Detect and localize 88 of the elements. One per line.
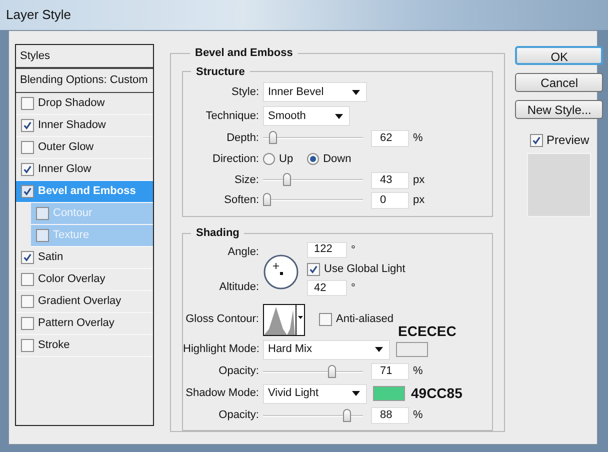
checkbox-label: Use Global Light: [324, 262, 406, 277]
unit-label: °: [351, 281, 356, 296]
unit-label: %: [413, 364, 423, 380]
field-label: Style:: [230, 84, 260, 100]
slider[interactable]: [263, 173, 363, 187]
field-label: Gloss Contour:: [184, 312, 260, 328]
slider-thumb[interactable]: [263, 193, 271, 206]
window-title: Layer Style: [6, 6, 72, 24]
field-label: Highlight Mode:: [183, 342, 260, 358]
slider-thumb[interactable]: [328, 364, 336, 378]
checkbox[interactable]: [21, 141, 34, 154]
dropdown-arrow-icon: [352, 391, 360, 396]
angle-dial[interactable]: [263, 254, 299, 290]
checkbox[interactable]: [21, 295, 34, 308]
field-label: Size:: [234, 172, 260, 188]
dropdown-arrow-icon: [352, 90, 360, 94]
field-label: Angle:: [228, 244, 259, 260]
check-icon: [532, 136, 541, 144]
slider-thumb[interactable]: [343, 408, 352, 422]
dropdown[interactable]: Vivid Light: [263, 384, 367, 404]
input-field[interactable]: 122: [307, 242, 347, 258]
dropdown[interactable]: Hard Mix: [263, 340, 390, 360]
input-field[interactable]: 71: [371, 363, 409, 380]
button[interactable]: New Style...: [515, 100, 604, 119]
slider[interactable]: [263, 408, 363, 422]
section-title: Structure: [195, 64, 246, 80]
slider-thumb[interactable]: [283, 173, 292, 186]
radio-label: Down: [323, 152, 352, 167]
list-header: Styles: [16, 45, 153, 69]
field-label: Direction:: [212, 152, 260, 167]
checkbox[interactable]: [21, 119, 34, 132]
checkbox[interactable]: [21, 251, 34, 264]
check-icon: [23, 121, 32, 130]
slider[interactable]: [263, 364, 363, 378]
checkbox-label: Preview: [546, 132, 590, 149]
checkbox[interactable]: [307, 262, 320, 276]
color-swatch[interactable]: [373, 386, 405, 401]
annotation-label: ECECEC: [398, 322, 456, 341]
color-swatch[interactable]: [396, 342, 428, 357]
checkbox-label: Anti-aliased: [336, 312, 394, 328]
slider[interactable]: [263, 193, 363, 207]
button[interactable]: OK: [515, 46, 604, 65]
check-icon: [23, 187, 32, 196]
button[interactable]: Cancel: [515, 73, 604, 92]
field-label: Opacity:: [218, 408, 260, 424]
annotation-label: 49CC85: [411, 384, 462, 403]
input-field[interactable]: 42: [307, 280, 347, 296]
checkbox[interactable]: [21, 163, 34, 176]
field-label: Depth:: [226, 130, 260, 146]
section-title: Bevel and Emboss: [194, 46, 294, 61]
input-field[interactable]: 43: [371, 172, 409, 188]
checkbox[interactable]: [21, 273, 34, 286]
radio-label: Up: [279, 152, 294, 167]
field-label: Soften:: [223, 192, 260, 208]
preview-thumbnail: [527, 153, 592, 217]
input-field[interactable]: 88: [371, 407, 409, 424]
field-label: Opacity:: [218, 364, 260, 380]
checkbox[interactable]: [319, 313, 332, 326]
checkbox[interactable]: [21, 317, 34, 330]
check-icon: [309, 264, 318, 274]
checkbox[interactable]: [21, 185, 34, 198]
unit-label: %: [413, 130, 423, 146]
slider[interactable]: [263, 131, 363, 145]
dropdown[interactable]: Smooth: [263, 106, 350, 126]
checkbox[interactable]: [21, 339, 34, 352]
input-field[interactable]: 62: [371, 130, 409, 146]
radio-button[interactable]: [307, 153, 320, 165]
unit-label: px: [413, 192, 425, 208]
checkbox[interactable]: [36, 229, 49, 242]
dropdown[interactable]: Inner Bevel: [263, 82, 367, 102]
unit-label: %: [413, 408, 423, 424]
section-title: Shading: [195, 226, 240, 241]
check-icon: [23, 165, 32, 174]
checkbox[interactable]: [21, 97, 34, 110]
contour-picker[interactable]: [263, 304, 305, 336]
unit-label: °: [351, 242, 356, 258]
input-field[interactable]: 0: [371, 192, 409, 208]
unit-label: px: [413, 172, 425, 188]
dropdown-arrow-icon: [335, 114, 343, 118]
field-label: Technique:: [204, 108, 260, 124]
checkbox[interactable]: [530, 134, 543, 146]
field-label: Shadow Mode:: [184, 386, 260, 402]
dropdown-arrow-icon: [375, 347, 383, 352]
field-label: Altitude:: [219, 280, 259, 295]
slider-thumb[interactable]: [268, 131, 277, 144]
checkbox[interactable]: [36, 207, 49, 220]
check-icon: [23, 253, 32, 262]
radio-button[interactable]: [263, 153, 275, 165]
